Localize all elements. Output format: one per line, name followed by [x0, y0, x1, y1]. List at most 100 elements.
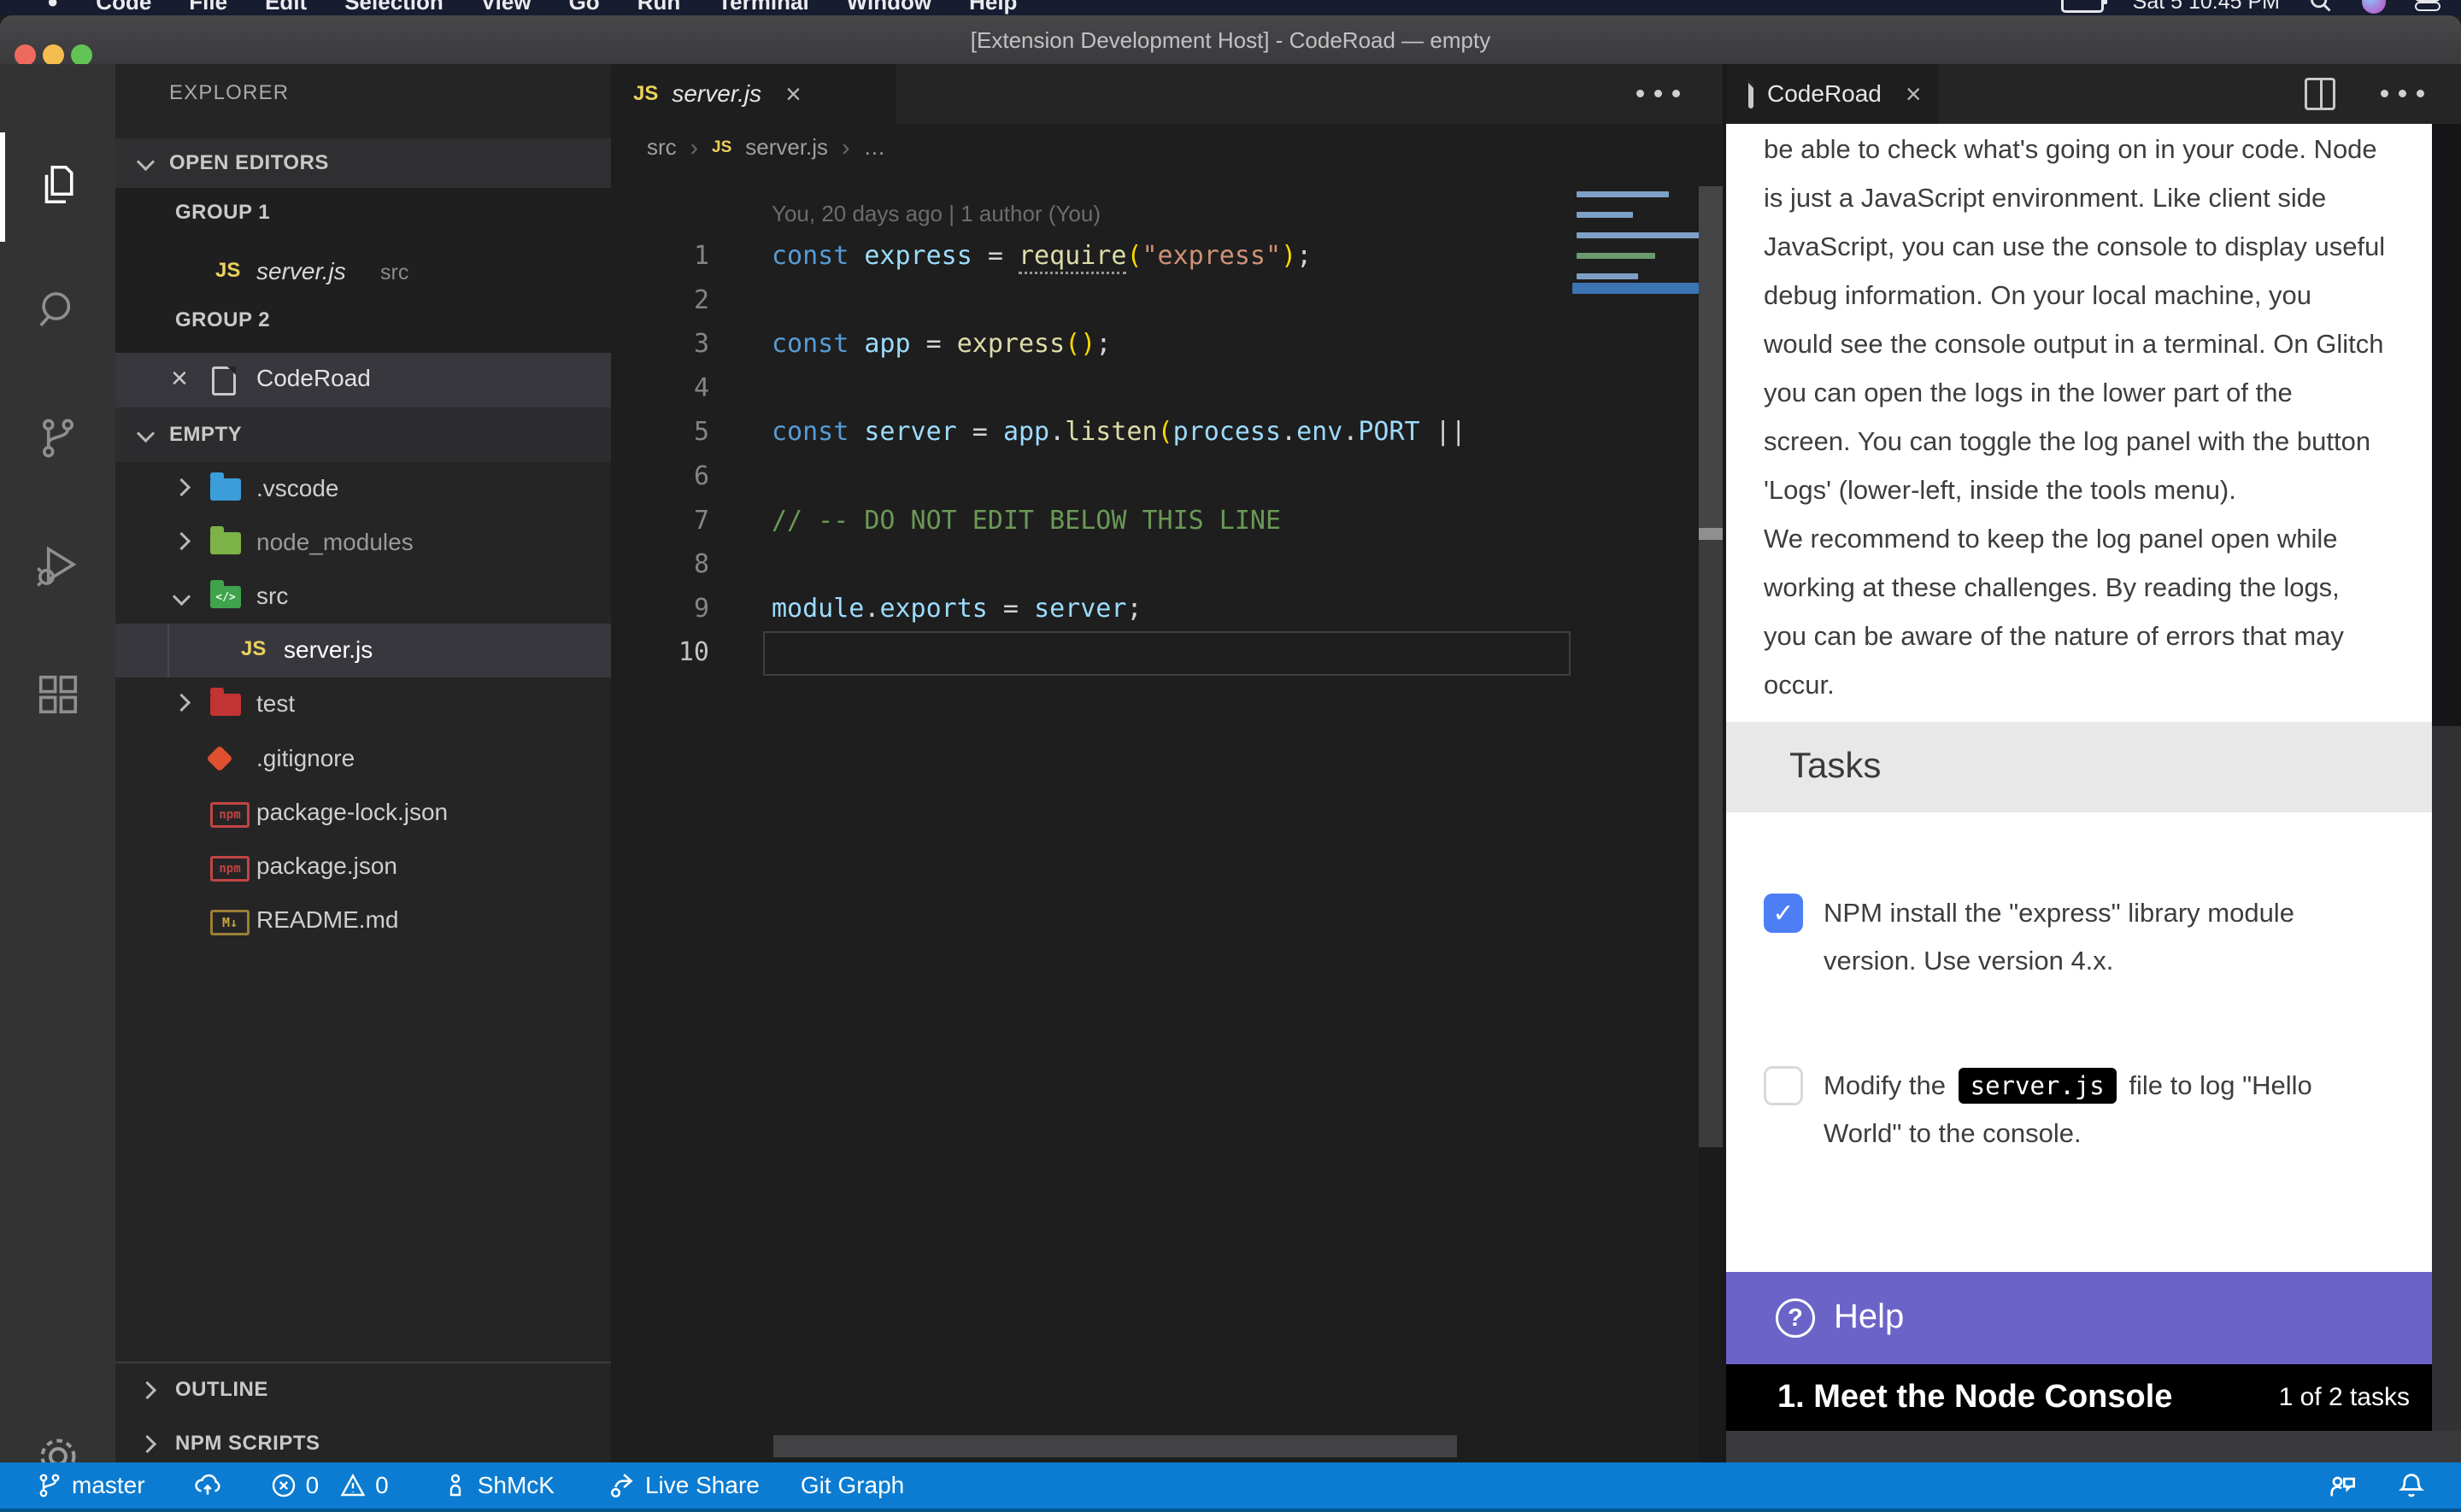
webview-scrollbar[interactable]	[2432, 124, 2461, 1431]
tree-item-src[interactable]: src	[115, 570, 611, 624]
tasks-title: Tasks	[1789, 745, 1881, 786]
explorer-icon[interactable]	[0, 126, 115, 242]
line-number: 10	[611, 630, 709, 675]
tab-coderoad[interactable]: CodeRoad ×	[1726, 64, 1938, 124]
lesson-footer[interactable]: 1. Meet the Node Console 1 of 2 tasks	[1726, 1364, 2432, 1431]
menu-view[interactable]: View	[481, 0, 532, 15]
tree-item-server-js[interactable]: JS server.js	[115, 624, 611, 677]
minimap[interactable]	[1572, 0, 1699, 513]
tree-item-label: src	[256, 583, 288, 610]
code-line-8[interactable]: 8	[611, 542, 1572, 587]
code-line-4[interactable]: 4	[611, 366, 1572, 411]
code-line-2[interactable]: 2	[611, 278, 1572, 323]
editor-vertical-scrollbar[interactable]	[1699, 186, 1723, 1462]
spotlight-icon[interactable]	[2309, 0, 2333, 14]
extensions-icon[interactable]	[0, 636, 115, 752]
npm-icon: npm	[210, 802, 250, 828]
line-number: 6	[611, 454, 709, 499]
code-line-6[interactable]: 6	[611, 454, 1572, 499]
outline-section[interactable]: OUTLINE	[115, 1363, 611, 1417]
live-share-label: Live Share	[645, 1472, 760, 1499]
battery-icon	[2061, 0, 2104, 13]
code-line-5[interactable]: 5const server = app.listen(process.env.P…	[611, 410, 1572, 454]
split-editor-icon[interactable]	[2305, 78, 2335, 110]
code-line-9[interactable]: 9module.exports = server;	[611, 587, 1572, 631]
lesson-text-line: would see the console output in a termin…	[1764, 319, 2430, 368]
code-line-1[interactable]: 1const express = require("express");	[611, 234, 1572, 278]
activity-bar	[0, 64, 115, 1462]
code-line-3[interactable]: 3const app = express();	[611, 322, 1572, 366]
open-editor-server-js[interactable]: JS server.js src	[115, 245, 611, 299]
code-editor[interactable]: 1const express = require("express");23co…	[611, 0, 1572, 1462]
task1-checkbox[interactable]: ✓	[1764, 894, 1803, 933]
git-branch-item[interactable]: master	[36, 1472, 145, 1499]
tree-item-label: server.js	[284, 636, 373, 664]
siri-icon[interactable]	[2362, 0, 2386, 14]
folder-vscode-icon	[210, 478, 241, 501]
tree-item-readme-md[interactable]: M↓README.md	[115, 894, 611, 947]
minimap-line	[1577, 253, 1655, 259]
task1-text-line2: version. Use version 4.x.	[1824, 937, 2113, 985]
editor-horizontal-scrollbar[interactable]	[773, 1435, 1457, 1457]
menu-bar-status-icons: Sat 5 10:45 PM	[2061, 0, 2440, 15]
lesson-text-line: screen. You can toggle the log panel wit…	[1764, 417, 2430, 466]
editor-group2-label: GROUP 2	[175, 308, 270, 332]
feedback-item[interactable]	[2326, 1470, 2357, 1501]
live-share-item[interactable]: Live Share	[608, 1471, 760, 1500]
menu-code[interactable]: Code	[96, 0, 151, 15]
menu-selection[interactable]: Selection	[344, 0, 443, 15]
close-tab-icon[interactable]: ×	[1906, 79, 1922, 110]
workspace-section-header[interactable]: EMPTY	[115, 407, 611, 462]
current-line-highlight	[763, 631, 1571, 676]
search-icon[interactable]	[0, 252, 115, 367]
tree-item--gitignore[interactable]: .gitignore	[115, 732, 611, 786]
screen: ●CodeFileEditSelectionViewGoRunTerminalW…	[0, 0, 2461, 1512]
webview-scrollbar-thumb[interactable]	[2432, 124, 2461, 726]
menu-go[interactable]: Go	[569, 0, 600, 15]
line-number: 4	[611, 366, 709, 411]
code-line-7[interactable]: 7// -- DO NOT EDIT BELOW THIS LINE	[611, 499, 1572, 543]
js-icon: JS	[241, 637, 266, 661]
open-editor-coderoad-label: CodeRoad	[256, 365, 371, 392]
help-bar[interactable]: ? Help	[1726, 1272, 2432, 1364]
tree-item-test[interactable]: test	[115, 677, 611, 731]
tree-item-package-lock-json[interactable]: npmpackage-lock.json	[115, 786, 611, 840]
task2-checkbox[interactable]	[1764, 1066, 1803, 1105]
tree-item-node-modules[interactable]: node_modules	[115, 516, 611, 570]
line-number: 9	[611, 587, 709, 631]
tree-item-label: package.json	[256, 853, 397, 880]
cloud-upload-icon	[193, 1471, 222, 1500]
open-editor-coderoad[interactable]: × CodeRoad	[115, 353, 611, 407]
file-icon	[1748, 79, 1753, 108]
open-editors-header[interactable]: OPEN EDITORS	[115, 138, 611, 188]
apple-menu-icon[interactable]: ●	[47, 0, 58, 13]
help-label: Help	[1834, 1298, 1904, 1336]
sync-item[interactable]	[193, 1471, 222, 1500]
status-bar: master 0 0 ShMcK Live Share Git Graph	[0, 1462, 2461, 1509]
tree-item-package-json[interactable]: npmpackage.json	[115, 840, 611, 894]
git-graph-item[interactable]: Git Graph	[801, 1472, 904, 1499]
more-actions-icon[interactable]	[2381, 90, 2424, 97]
tree-item-label: node_modules	[256, 529, 414, 556]
menu-file[interactable]: File	[189, 0, 227, 15]
scrollbar-thumb[interactable]	[1699, 528, 1723, 540]
line-number: 1	[611, 234, 709, 278]
tree-item-label: .vscode	[256, 475, 339, 502]
branch-name: master	[72, 1472, 145, 1499]
tree-item--vscode[interactable]: .vscode	[115, 462, 611, 516]
control-center-icon[interactable]	[2415, 0, 2440, 11]
window-bottom-edge	[0, 1509, 2461, 1512]
user-item[interactable]: ShMcK	[442, 1472, 555, 1499]
menu-edit[interactable]: Edit	[265, 0, 307, 15]
task1-text-line1: NPM install the "express" library module	[1824, 889, 2294, 937]
notifications-item[interactable]	[2396, 1470, 2427, 1501]
problems-item[interactable]: 0 0	[270, 1472, 389, 1499]
close-editor-icon[interactable]: ×	[171, 362, 188, 396]
lesson-text-line: you can be aware of the nature of errors…	[1764, 612, 2430, 660]
npm-scripts-section[interactable]: NPM SCRIPTS	[115, 1417, 611, 1462]
person-feedback-icon	[2326, 1470, 2357, 1501]
source-control-icon[interactable]	[0, 380, 115, 495]
check-icon: ✓	[1772, 899, 1794, 929]
run-debug-icon[interactable]	[0, 508, 115, 624]
md-icon: M↓	[210, 910, 250, 935]
